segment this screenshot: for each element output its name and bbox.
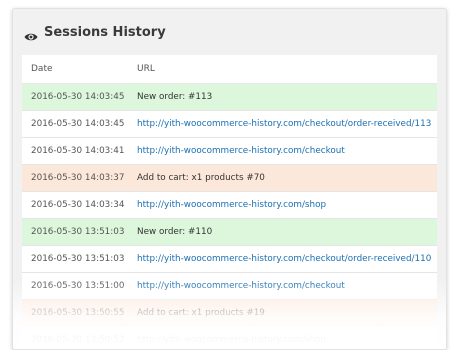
row-url-link[interactable]: http://yith-woocommerce-history.com/chec… [137, 281, 437, 291]
table-header: Date URL [22, 55, 437, 84]
table-row: 2016-05-30 14:03:41 http://yith-woocommer… [22, 138, 437, 165]
sessions-table: Date URL 2016-05-30 14:03:45 New order: #… [22, 55, 437, 349]
row-event: New order: #113 [137, 92, 213, 102]
row-date: 2016-05-30 14:03:45 [31, 92, 125, 102]
row-date: 2016-05-30 14:03:34 [31, 200, 125, 210]
table-row: 2016-05-30 14:03:45 http://yith-woocommer… [22, 111, 437, 138]
row-date: 2016-05-30 13:50:55 [31, 308, 125, 318]
row-date: 2016-05-30 14:03:37 [31, 173, 125, 183]
table-body: 2016-05-30 14:03:45 New order: #113 2016-0… [22, 84, 437, 349]
row-date: 2016-05-30 13:51:00 [31, 281, 125, 291]
row-date: 2016-05-30 13:51:03 [31, 227, 125, 237]
row-date: 2016-05-30 14:03:41 [31, 146, 125, 156]
row-event: New order: #110 [137, 227, 213, 237]
row-url-link[interactable]: http://yith-woocommerce-history.com/shop [137, 200, 437, 210]
row-date: 2016-05-30 13:51:03 [31, 254, 125, 264]
panel-title: Sessions History [44, 24, 166, 40]
panel-header: Sessions History [13, 9, 446, 55]
table-row: 2016-05-30 13:51:03 New order: #110 [22, 219, 437, 246]
row-url-link[interactable]: http://yith-woocommerce-history.com/shop [137, 335, 437, 345]
table-row: 2016-05-30 13:51:03 http://yith-woocommer… [22, 246, 437, 273]
sessions-history-panel: Sessions History Date URL 2016-05-30 14:… [12, 8, 447, 350]
row-event: Add to cart: x1 products #70 [137, 173, 265, 183]
row-date: 2016-05-30 14:03:45 [31, 119, 125, 129]
table-row: 2016-05-30 13:50:55 Add to cart: x1 produ… [22, 300, 437, 327]
row-url-link[interactable]: http://yith-woocommerce-history.com/chec… [137, 254, 437, 264]
row-event: Add to cart: x1 products #19 [137, 308, 265, 318]
row-url-link[interactable]: http://yith-woocommerce-history.com/chec… [137, 119, 437, 129]
table-row: 2016-05-30 13:50:52 http://yith-woocommer… [22, 327, 437, 349]
row-url-link[interactable]: http://yith-woocommerce-history.com/chec… [137, 146, 437, 156]
row-date: 2016-05-30 13:50:52 [31, 335, 125, 345]
table-row: 2016-05-30 14:03:37 Add to cart: x1 produ… [22, 165, 437, 192]
table-row: 2016-05-30 14:03:34 http://yith-woocommer… [22, 192, 437, 219]
eye-icon [24, 27, 38, 41]
column-header-date: Date [31, 64, 53, 74]
table-row: 2016-05-30 14:03:45 New order: #113 [22, 84, 437, 111]
table-row: 2016-05-30 13:51:00 http://yith-woocommer… [22, 273, 437, 300]
column-header-url: URL [137, 64, 155, 74]
